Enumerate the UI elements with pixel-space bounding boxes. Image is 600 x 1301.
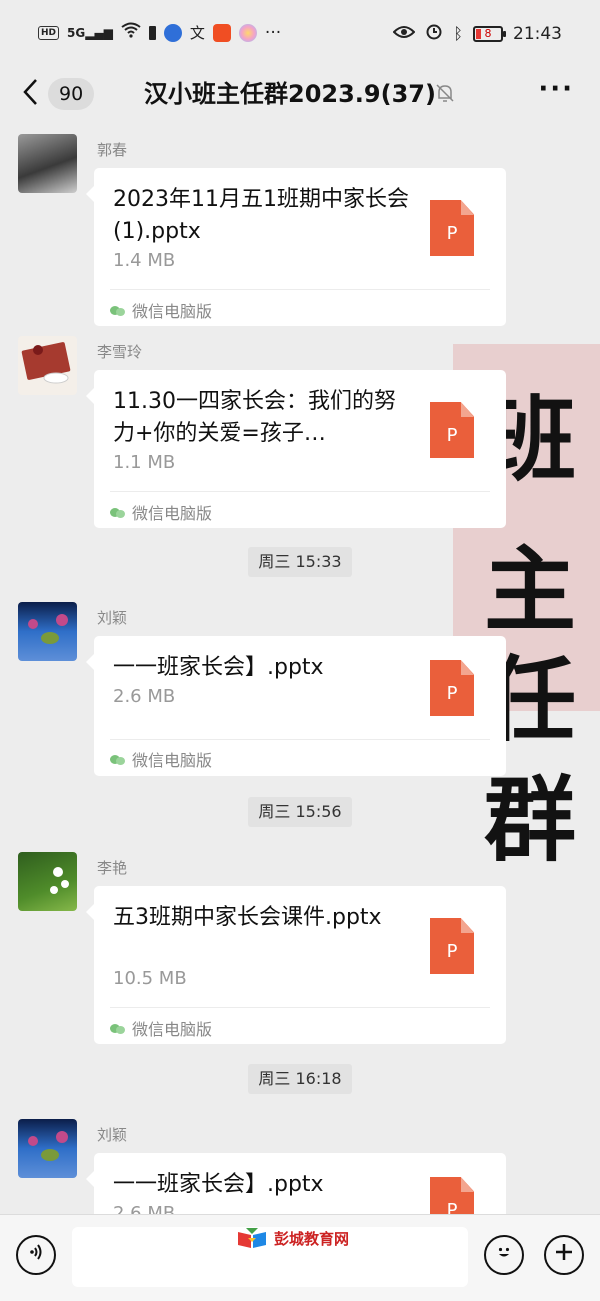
sender-name: 李雪玲	[97, 343, 143, 361]
message-list[interactable]: 班 主 任 群 郭春 2023年11月五1班期中家长会(1).pptx 1.4 …	[0, 126, 600, 1214]
avatar[interactable]	[18, 1119, 77, 1178]
source-text: 微信电脑版	[132, 1020, 213, 1039]
status-bar: HD 5G▂▄▆ 文 ··· ᛒ 8 21:43	[0, 0, 600, 64]
watermark: 彭城教育网	[236, 1226, 349, 1250]
ppt-file-icon: P	[430, 1177, 474, 1214]
status-left: HD 5G▂▄▆ 文 ···	[38, 22, 281, 43]
ppt-icon-label: P	[446, 1200, 458, 1214]
ppt-icon-label: P	[446, 425, 458, 446]
file-name: 五3班期中家长会课件.pptx	[113, 905, 382, 930]
file-message-bubble[interactable]: 11.30一四家长会：我们的努力+你的关爱=孩子… 1.1 MB P 微信电脑版	[86, 370, 506, 528]
source-label: 微信电脑版	[110, 1016, 212, 1040]
bubble-divider	[110, 289, 490, 290]
bubble-divider	[110, 1007, 490, 1008]
wechat-icon	[110, 753, 126, 766]
ppt-icon-label: P	[446, 223, 458, 244]
alert-icon	[148, 25, 156, 40]
file-message-bubble[interactable]: 五3班期中家长会课件.pptx 10.5 MB P 微信电脑版	[86, 886, 506, 1044]
battery-icon: 8	[473, 25, 506, 42]
photos-app-icon	[238, 23, 257, 42]
status-right: ᛒ 8 21:43	[392, 22, 562, 45]
sender-name: 郭春	[97, 141, 128, 159]
signal-icon: 5G▂▄▆	[67, 25, 113, 40]
file-name: 2023年11月五1班期中家长会(1).pptx	[113, 187, 409, 244]
translate-app-icon: 文	[189, 24, 205, 42]
eye-comfort-icon	[392, 24, 416, 44]
file-size: 10.5 MB	[113, 968, 187, 989]
timestamp: 周三 15:56	[248, 797, 352, 827]
ppt-icon-label: P	[446, 683, 458, 704]
ppt-file-icon: P	[430, 200, 474, 256]
book-logo-icon	[236, 1226, 268, 1250]
file-message-bubble[interactable]: 一一班家长会】.pptx 2.6 MB P	[86, 1153, 506, 1214]
file-size: 2.6 MB	[113, 686, 176, 707]
unread-count-badge[interactable]: 90	[48, 78, 95, 110]
timestamp: 周三 16:18	[248, 1064, 352, 1094]
taobao-app-icon	[212, 23, 231, 42]
file-message-bubble[interactable]: 一一班家长会】.pptx 2.6 MB P 微信电脑版	[86, 636, 506, 776]
hd-badge: HD	[38, 25, 60, 40]
avatar[interactable]	[18, 602, 77, 661]
sender-name: 李艳	[97, 859, 128, 877]
chat-title[interactable]: 汉小班主任群2023.9(37)	[144, 78, 436, 110]
clock: 21:43	[513, 23, 562, 44]
wifi-icon	[121, 22, 141, 43]
network-type: 5G	[67, 25, 86, 40]
file-size: 1.1 MB	[113, 452, 176, 473]
avatar[interactable]	[18, 134, 77, 193]
file-name: 一一班家长会】.pptx	[113, 1172, 324, 1197]
plus-icon	[553, 1241, 575, 1269]
smiley-icon	[493, 1241, 515, 1269]
source-label: 微信电脑版	[110, 298, 212, 322]
source-text: 微信电脑版	[132, 302, 213, 321]
bubble-divider	[110, 739, 490, 740]
more-actions-button[interactable]	[544, 1235, 584, 1275]
source-label: 微信电脑版	[110, 500, 212, 524]
more-options-icon[interactable]: ···	[538, 74, 574, 104]
ppt-file-icon: P	[430, 660, 474, 716]
timestamp: 周三 15:33	[248, 547, 352, 577]
source-text: 微信电脑版	[132, 751, 213, 770]
sender-name: 刘颖	[97, 609, 128, 627]
file-message-bubble[interactable]: 2023年11月五1班期中家长会(1).pptx 1.4 MB P 微信电脑版	[86, 168, 506, 326]
avatar[interactable]	[18, 336, 77, 395]
file-name: 11.30一四家长会：我们的努力+你的关爱=孩子…	[113, 389, 396, 446]
bubble-divider	[110, 491, 490, 492]
source-label: 微信电脑版	[110, 747, 212, 771]
back-icon[interactable]	[22, 78, 38, 112]
file-size: 1.4 MB	[113, 250, 176, 271]
bluetooth-icon: ᛒ	[453, 24, 463, 43]
file-size: 2.6 MB	[113, 1203, 176, 1214]
wechat-icon	[110, 1022, 126, 1035]
wechat-icon	[110, 506, 126, 519]
chat-header: 90 汉小班主任群2023.9(37) ···	[0, 64, 600, 126]
mute-bell-icon	[434, 82, 456, 104]
alarm-icon	[425, 22, 443, 45]
ppt-file-icon: P	[430, 402, 474, 458]
watermark-text: 彭城教育网	[274, 1229, 350, 1248]
voice-input-button[interactable]	[16, 1235, 56, 1275]
battery-level: 8	[484, 26, 492, 40]
browser-app-icon	[163, 23, 182, 42]
source-text: 微信电脑版	[132, 504, 213, 523]
ppt-icon-label: P	[446, 941, 458, 962]
avatar[interactable]	[18, 852, 77, 911]
voice-wave-icon	[26, 1242, 46, 1268]
wechat-icon	[110, 304, 126, 317]
more-notifications-icon: ···	[264, 22, 282, 43]
ppt-file-icon: P	[430, 918, 474, 974]
sender-name: 刘颖	[97, 1126, 128, 1144]
emoji-button[interactable]	[484, 1235, 524, 1275]
file-name: 一一班家长会】.pptx	[113, 655, 324, 680]
